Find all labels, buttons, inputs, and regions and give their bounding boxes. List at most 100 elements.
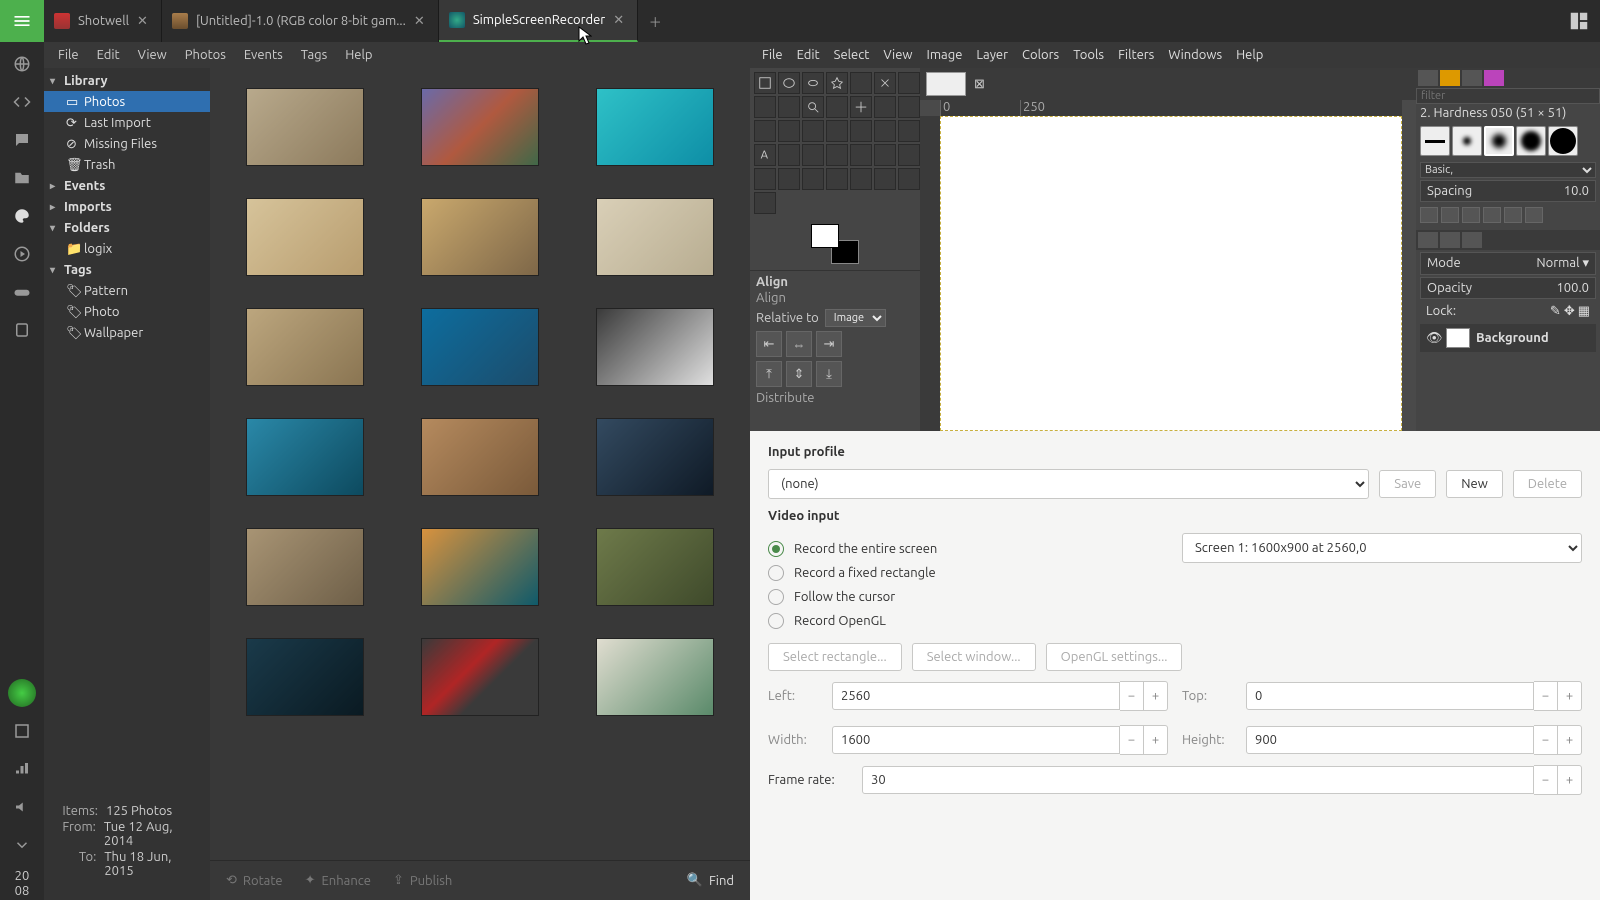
brush-category-select[interactable]: Basic, [1420,162,1596,178]
dock-tab[interactable] [1440,70,1460,86]
tool-gradient[interactable] [802,144,824,166]
menu-file[interactable]: File [762,48,783,62]
brush-preset[interactable] [1420,126,1450,156]
align-vcenter-button[interactable]: ⇕ [786,361,812,387]
volume-icon[interactable] [8,793,36,821]
brush-preset[interactable] [1548,126,1578,156]
tool-scale[interactable] [778,120,800,142]
tool-scissors[interactable] [874,72,896,94]
tool-ellipse-select[interactable] [778,72,800,94]
left-input[interactable] [832,682,1120,710]
enhance-button[interactable]: ✦Enhance [305,873,371,888]
thumbnail[interactable] [596,308,714,386]
tree-tags[interactable]: ▾Tags [44,259,210,280]
tool-warp[interactable] [898,120,920,142]
disk-icon[interactable] [8,717,36,745]
tool-free-select[interactable] [802,72,824,94]
dock-tab[interactable] [1418,70,1438,86]
menu-events[interactable]: Events [244,48,283,62]
opacity-field[interactable]: Opacity100.0 [1420,277,1596,299]
tool-airbrush[interactable] [898,144,920,166]
tool-align[interactable] [874,96,896,118]
layer-row[interactable]: 👁 Background [1420,324,1596,352]
thumbnail[interactable] [596,198,714,276]
find-button[interactable]: 🔍Find [687,873,734,888]
inc-button[interactable]: + [1144,681,1168,711]
tree-library[interactable]: ▾Library [44,70,210,91]
menu-tools[interactable]: Tools [1073,48,1104,62]
rotate-button[interactable]: ⟲Rotate [226,873,283,888]
tool-mypaint[interactable] [778,168,800,190]
align-bottom-button[interactable]: ⤓ [816,361,842,387]
tool-paintbrush[interactable] [850,144,872,166]
spacing-field[interactable]: Spacing10.0 [1420,180,1596,202]
lock-alpha-icon[interactable]: ▦ [1578,304,1590,318]
align-left-button[interactable]: ⇤ [756,331,782,357]
radio-entire-screen[interactable]: Record the entire screen [768,541,1168,557]
tool-heal[interactable] [826,168,848,190]
height-input[interactable] [1246,726,1534,754]
thumbnail[interactable] [421,88,539,166]
tool-by-color[interactable] [850,72,872,94]
code-icon[interactable] [8,88,36,116]
radio-opengl[interactable]: Record OpenGL [768,613,1168,629]
tool-crop[interactable] [898,96,920,118]
tree-tag-wallpaper[interactable]: 🏷Wallpaper [44,322,210,343]
publish-button[interactable]: ⇪Publish [393,873,452,888]
menu-edit[interactable]: Edit [797,48,820,62]
tree-tag-photo[interactable]: 🏷Photo [44,301,210,322]
brush-action-icon[interactable] [1525,207,1543,223]
thumbnail[interactable] [421,638,539,716]
thumbnail[interactable] [246,198,364,276]
palette-icon[interactable] [8,202,36,230]
thumbnail[interactable] [596,418,714,496]
canvas[interactable] [940,116,1402,431]
radio-fixed-rect[interactable]: Record a fixed rectangle [768,565,1168,581]
brush-action-icon[interactable] [1504,207,1522,223]
brush-preset[interactable] [1452,126,1482,156]
thumbnail[interactable] [421,528,539,606]
menu-help[interactable]: Help [345,48,372,62]
tree-tag-pattern[interactable]: 🏷Pattern [44,280,210,301]
tool-foreground[interactable] [898,72,920,94]
tool-fuzzy-select[interactable] [826,72,848,94]
close-icon[interactable]: ✕ [613,13,627,27]
select-rectangle-button[interactable]: Select rectangle... [768,643,902,671]
tool-perspective[interactable] [826,120,848,142]
photo-grid[interactable] [210,68,750,900]
tree-last-import[interactable]: ⟳Last Import [44,112,210,133]
fg-color[interactable] [811,224,839,248]
lock-pixel-icon[interactable]: ✎ [1550,304,1561,318]
menu-windows[interactable]: Windows [1168,48,1222,62]
tool-clone[interactable] [802,168,824,190]
relative-to-select[interactable]: Image [825,309,886,327]
profile-select[interactable]: (none) [768,469,1369,499]
tool-perspective-clone[interactable] [850,168,872,190]
tab-gimp[interactable]: [Untitled]-1.0 (RGB color 8-bit gam... ✕ [162,0,439,42]
dock-tab[interactable] [1418,232,1438,248]
thumbnail[interactable] [596,88,714,166]
menu-select[interactable]: Select [834,48,870,62]
radio-follow-cursor[interactable]: Follow the cursor [768,589,1168,605]
menu-view[interactable]: View [883,48,912,62]
menu-filters[interactable]: Filters [1118,48,1154,62]
thumbnail[interactable] [421,198,539,276]
align-top-button[interactable]: ⤒ [756,361,782,387]
thumbnail[interactable] [421,308,539,386]
chat-icon[interactable] [8,126,36,154]
tool-zoom[interactable] [802,96,824,118]
menu-photos[interactable]: Photos [185,48,226,62]
tool-paths[interactable] [754,96,776,118]
menu-view[interactable]: View [138,48,167,62]
menu-image[interactable]: Image [927,48,963,62]
thumbnail[interactable] [246,88,364,166]
brush-preset[interactable] [1484,126,1514,156]
menu-edit[interactable]: Edit [97,48,120,62]
dec-button[interactable]: − [1120,725,1144,755]
new-tab-button[interactable]: ＋ [638,0,672,42]
tool-dodge[interactable] [754,192,776,214]
thumbnail[interactable] [596,638,714,716]
tool-ink[interactable] [754,168,776,190]
align-right-button[interactable]: ⇥ [816,331,842,357]
opengl-settings-button[interactable]: OpenGL settings... [1046,643,1183,671]
